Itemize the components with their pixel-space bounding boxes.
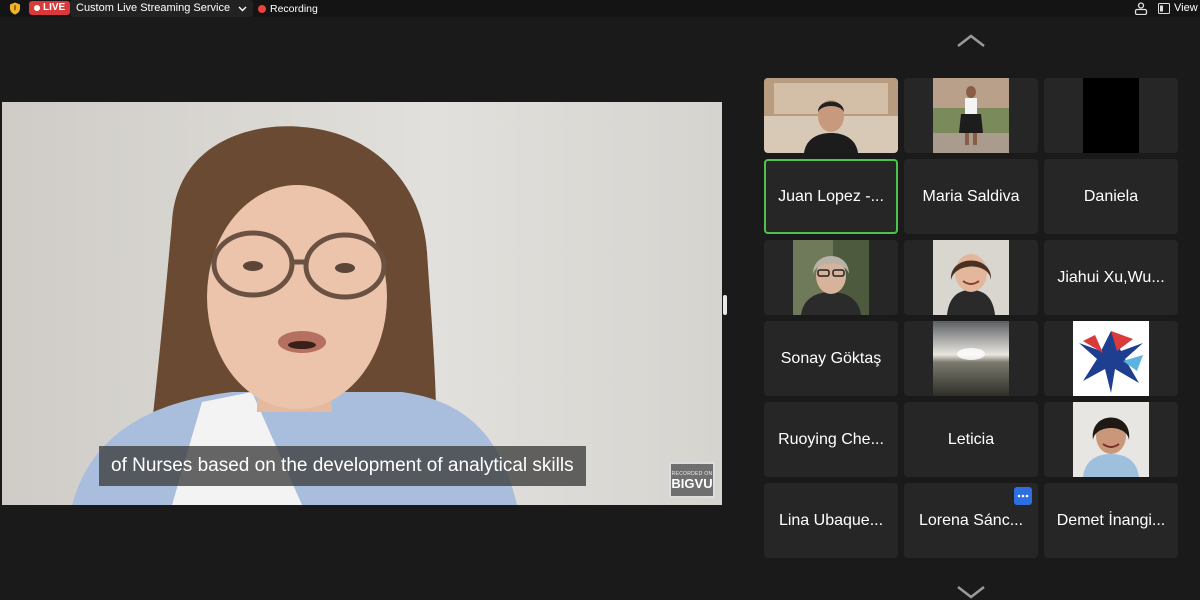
participant-tile[interactable] (764, 240, 898, 315)
watermark-brand: BIGVU (671, 475, 713, 491)
participant-tile-active-speaker[interactable]: Juan Lopez -... (764, 159, 898, 234)
participant-tile[interactable]: Sonay Göktaş (764, 321, 898, 396)
participant-name: Ruoying Che... (778, 430, 884, 448)
live-label: LIVE (43, 2, 66, 13)
shield-icon[interactable] (9, 2, 21, 15)
focus-icon (1134, 2, 1148, 15)
speaker-video-frame (2, 102, 722, 505)
participant-tile[interactable] (904, 240, 1038, 315)
recording-label: Recording (270, 2, 318, 15)
participant-video (933, 78, 1009, 153)
streaming-service-dropdown[interactable]: Custom Live Streaming Service (70, 0, 254, 17)
focus-mode-button[interactable] (1130, 0, 1152, 17)
participant-tile[interactable]: Ruoying Che... (764, 402, 898, 477)
participant-tile[interactable]: Leticia (904, 402, 1038, 477)
participant-more-options-button[interactable] (1014, 487, 1032, 505)
participant-video-blank (1083, 78, 1139, 153)
live-dot-icon (34, 5, 40, 11)
participant-name: Demet İnangi... (1056, 511, 1166, 529)
meeting-top-bar: LIVE Custom Live Streaming Service Recor… (0, 0, 1200, 17)
recording-indicator[interactable]: Recording (258, 0, 318, 17)
participant-name: Lorena Sánc... (918, 511, 1024, 529)
participant-name: Lina Ubaque... (778, 511, 884, 529)
participant-name: Jiahui Xu,Wu... (1057, 268, 1165, 286)
chevron-down-icon[interactable] (956, 585, 986, 599)
participant-video (1073, 402, 1149, 477)
participant-tile[interactable]: Demet İnangi... (1044, 483, 1178, 558)
participant-name: Daniela (1083, 187, 1139, 205)
active-speaker-video[interactable] (2, 102, 722, 505)
participant-name: Juan Lopez -... (778, 187, 884, 205)
participant-tile[interactable] (764, 78, 898, 153)
streaming-service-label: Custom Live Streaming Service (76, 2, 231, 14)
participant-name: Maria Saldiva (922, 187, 1020, 205)
live-badge[interactable]: LIVE (29, 1, 71, 15)
participant-name: Sonay Göktaş (780, 349, 882, 367)
participant-video (764, 78, 898, 153)
participant-video (793, 240, 869, 315)
live-caption: of Nurses based on the development of an… (99, 446, 586, 486)
participant-tile[interactable] (1044, 402, 1178, 477)
participant-tile[interactable]: Maria Saldiva (904, 159, 1038, 234)
participant-tile[interactable] (904, 321, 1038, 396)
participant-tile[interactable] (1044, 78, 1178, 153)
view-button[interactable]: View (1158, 0, 1200, 17)
participant-video (933, 321, 1009, 396)
more-dots-icon (1017, 494, 1029, 498)
participant-tile[interactable]: Jiahui Xu,Wu... (1044, 240, 1178, 315)
view-label: View (1174, 2, 1198, 14)
participant-tile[interactable] (904, 78, 1038, 153)
participant-tile[interactable]: Daniela (1044, 159, 1178, 234)
chevron-up-icon[interactable] (956, 34, 986, 48)
panel-resize-handle[interactable] (723, 295, 727, 315)
participant-logo-avatar (1073, 321, 1149, 396)
participant-name: Leticia (947, 430, 995, 448)
grid-view-icon (1158, 3, 1170, 14)
participant-tile[interactable]: Lina Ubaque... (764, 483, 898, 558)
recording-dot-icon (258, 4, 266, 13)
chevron-down-icon (238, 6, 247, 11)
participant-video (933, 240, 1009, 315)
participant-tile[interactable] (1044, 321, 1178, 396)
bigvu-watermark: RECORDED ON BIGVU (669, 462, 715, 498)
